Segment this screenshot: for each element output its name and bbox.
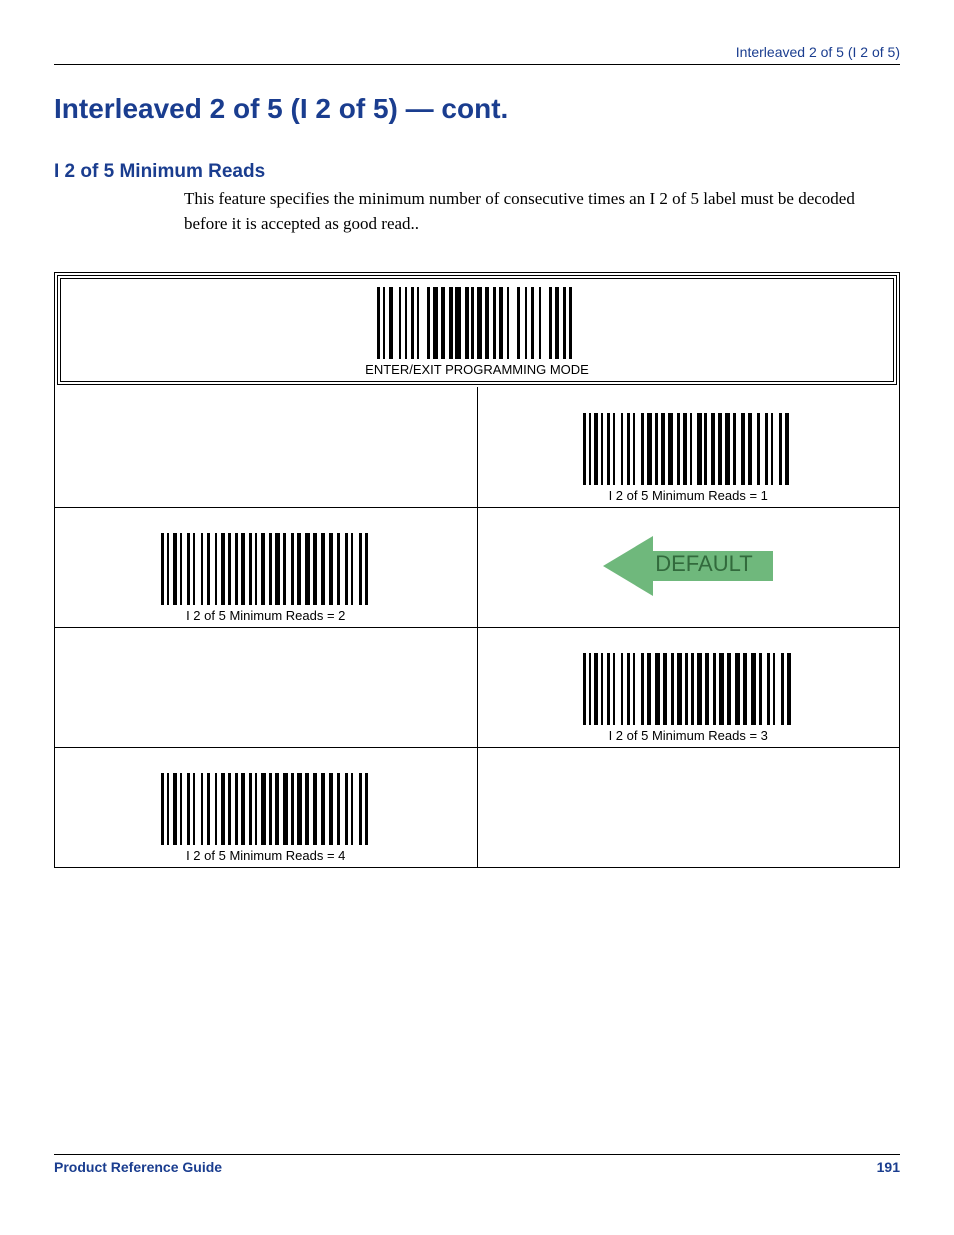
enter-exit-label: ENTER/EXIT PROGRAMMING MODE xyxy=(61,362,893,377)
cell-empty xyxy=(55,387,477,507)
option-label: I 2 of 5 Minimum Reads = 4 xyxy=(55,848,477,863)
option-cell: I 2 of 5 Minimum Reads = 4 xyxy=(55,747,477,867)
default-arrow-icon: DEFAULT xyxy=(603,531,773,601)
section-body: This feature specifies the minimum numbe… xyxy=(184,187,900,236)
page-title: Interleaved 2 of 5 (I 2 of 5) — cont. xyxy=(54,93,900,125)
barcode-icon xyxy=(161,773,371,845)
default-label: DEFAULT xyxy=(655,551,752,577)
page-number: 191 xyxy=(877,1159,900,1175)
cell-empty xyxy=(55,627,477,747)
running-head: Interleaved 2 of 5 (I 2 of 5) xyxy=(54,44,900,65)
option-label: I 2 of 5 Minimum Reads = 1 xyxy=(478,488,900,503)
barcode-icon xyxy=(377,287,577,359)
barcode-icon xyxy=(161,533,371,605)
option-label: I 2 of 5 Minimum Reads = 2 xyxy=(55,608,477,623)
option-cell: I 2 of 5 Minimum Reads = 3 xyxy=(477,627,899,747)
option-cell: I 2 of 5 Minimum Reads = 2 xyxy=(55,507,477,627)
page-footer: Product Reference Guide 191 xyxy=(54,1154,900,1175)
section-heading: I 2 of 5 Minimum Reads xyxy=(54,161,900,183)
cell-empty xyxy=(477,747,899,867)
enter-exit-cell: ENTER/EXIT PROGRAMMING MODE xyxy=(57,275,897,385)
options-frame: ENTER/EXIT PROGRAMMING MODE xyxy=(54,272,900,868)
default-cell: DEFAULT xyxy=(477,507,899,627)
barcode-icon xyxy=(583,413,793,485)
footer-left: Product Reference Guide xyxy=(54,1159,222,1175)
option-label: I 2 of 5 Minimum Reads = 3 xyxy=(478,728,900,743)
barcode-icon xyxy=(583,653,793,725)
options-table: I 2 of 5 Minimum Reads = 1 xyxy=(55,387,899,867)
option-cell: I 2 of 5 Minimum Reads = 1 xyxy=(477,387,899,507)
